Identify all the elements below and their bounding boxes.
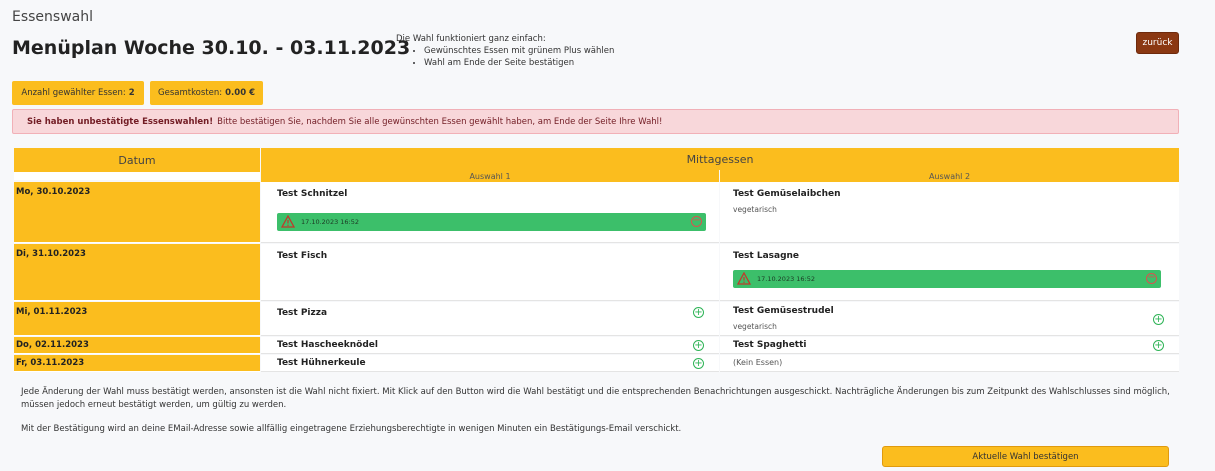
header-option-1: Auswahl 1 [261, 170, 719, 182]
selected-meal-bar: 17.10.2023 16:52 − [277, 213, 706, 231]
remove-selection-icon[interactable]: − [691, 216, 702, 227]
selected-meal-bar: 17.10.2023 16:52 − [733, 270, 1161, 288]
add-meal-icon[interactable]: + [1153, 314, 1164, 325]
instruction-step: Gewünschtes Essen mit grünem Plus wählen [424, 45, 614, 57]
selection-timestamp: 17.10.2023 16:52 [757, 275, 816, 283]
page-title: Menüplan Woche 30.10. - 03.11.2023 [12, 37, 411, 59]
no-meal-text: (Kein Essen) [733, 358, 783, 367]
add-meal-icon[interactable]: + [693, 340, 704, 351]
instructions: Die Wahl funktioniert ganz einfach: Gewü… [396, 33, 614, 69]
unconfirmed-alert: Sie haben unbestätigte Essenswahlen! Bit… [12, 109, 1179, 134]
alert-heading: Sie haben unbestätigte Essenswahlen! [27, 116, 214, 127]
date-cell: Di, 31.10.2023 [14, 244, 260, 301]
warning-icon [737, 272, 751, 285]
meal-cell: Test Schnitzel 17.10.2023 16:52 − [261, 182, 719, 243]
instructions-intro: Die Wahl funktioniert ganz einfach: [396, 34, 546, 44]
back-button[interactable]: zurück [1136, 32, 1179, 54]
meal-name: Test Pizza [277, 308, 328, 318]
confirmation-notice: Jede Änderung der Wahl muss bestätigt we… [21, 387, 1170, 410]
meal-cell: Test Pizza + [261, 302, 719, 336]
date-cell: Mi, 01.11.2023 [14, 302, 260, 336]
header-option-2: Auswahl 2 [720, 170, 1179, 182]
selection-timestamp: 17.10.2023 16:52 [301, 218, 360, 226]
meal-note: vegetarisch [733, 205, 777, 214]
selected-count-badge: Anzahl gewählter Essen: 2 [12, 81, 144, 105]
instructions-list: Gewünschtes Essen mit grünem Plus wählen… [396, 45, 614, 69]
meal-name: Test Schnitzel [277, 189, 348, 199]
meal-name: Test Lasagne [733, 251, 800, 261]
alert-text: Bitte bestätigen Sie, nachdem Sie alle g… [217, 116, 663, 127]
total-cost-badge: Gesamtkosten: 0.00 € [150, 81, 263, 105]
meal-name: Test Gemüselaibchen [733, 189, 841, 199]
meal-cell: Test Spaghetti + [720, 337, 1179, 354]
meal-cell: Test Hühnerkeule + [261, 355, 719, 372]
app-title: Essenswahl [12, 9, 94, 25]
warning-icon [281, 215, 295, 228]
total-cost-label: Gesamtkosten: [158, 88, 223, 98]
confirm-selection-button[interactable]: Aktuelle Wahl bestätigen [882, 446, 1169, 467]
meal-cell: Test Gemüselaibchen vegetarisch [720, 182, 1179, 243]
instruction-step: Wahl am Ende der Seite bestätigen [424, 57, 614, 69]
date-cell: Mo, 30.10.2023 [14, 182, 260, 243]
header-lunch: Mittagessen [261, 148, 1179, 170]
date-cell: Fr, 03.11.2023 [14, 355, 260, 372]
selected-count-label: Anzahl gewählter Essen: [21, 88, 126, 98]
remove-selection-icon[interactable]: − [1146, 273, 1157, 284]
add-meal-icon[interactable]: + [693, 307, 704, 318]
meal-note: vegetarisch [733, 322, 777, 331]
add-meal-icon[interactable]: + [693, 358, 704, 369]
meal-name: Test Spaghetti [733, 340, 807, 350]
total-cost-value: 0.00 € [225, 88, 255, 98]
meal-cell: (Kein Essen) [720, 355, 1179, 372]
add-meal-icon[interactable]: + [1153, 340, 1164, 351]
header-spacer [14, 172, 260, 180]
meal-name: Test Gemüsestrudel [733, 306, 834, 316]
date-cell: Do, 02.11.2023 [14, 337, 260, 354]
meal-cell: Test Hascheeknödel + [261, 337, 719, 354]
selected-count-value: 2 [128, 88, 135, 98]
meal-cell: Test Fisch [261, 244, 719, 301]
meal-cell: Test Lasagne 17.10.2023 16:52 − [720, 244, 1179, 301]
meal-name: Test Fisch [277, 251, 328, 261]
meal-name: Test Hascheeknödel [277, 340, 378, 350]
header-date: Datum [14, 148, 260, 172]
email-notice: Mit der Bestätigung wird an deine EMail-… [21, 424, 682, 434]
meal-cell: Test Gemüsestrudel vegetarisch + [720, 302, 1179, 336]
meal-name: Test Hühnerkeule [277, 358, 366, 368]
